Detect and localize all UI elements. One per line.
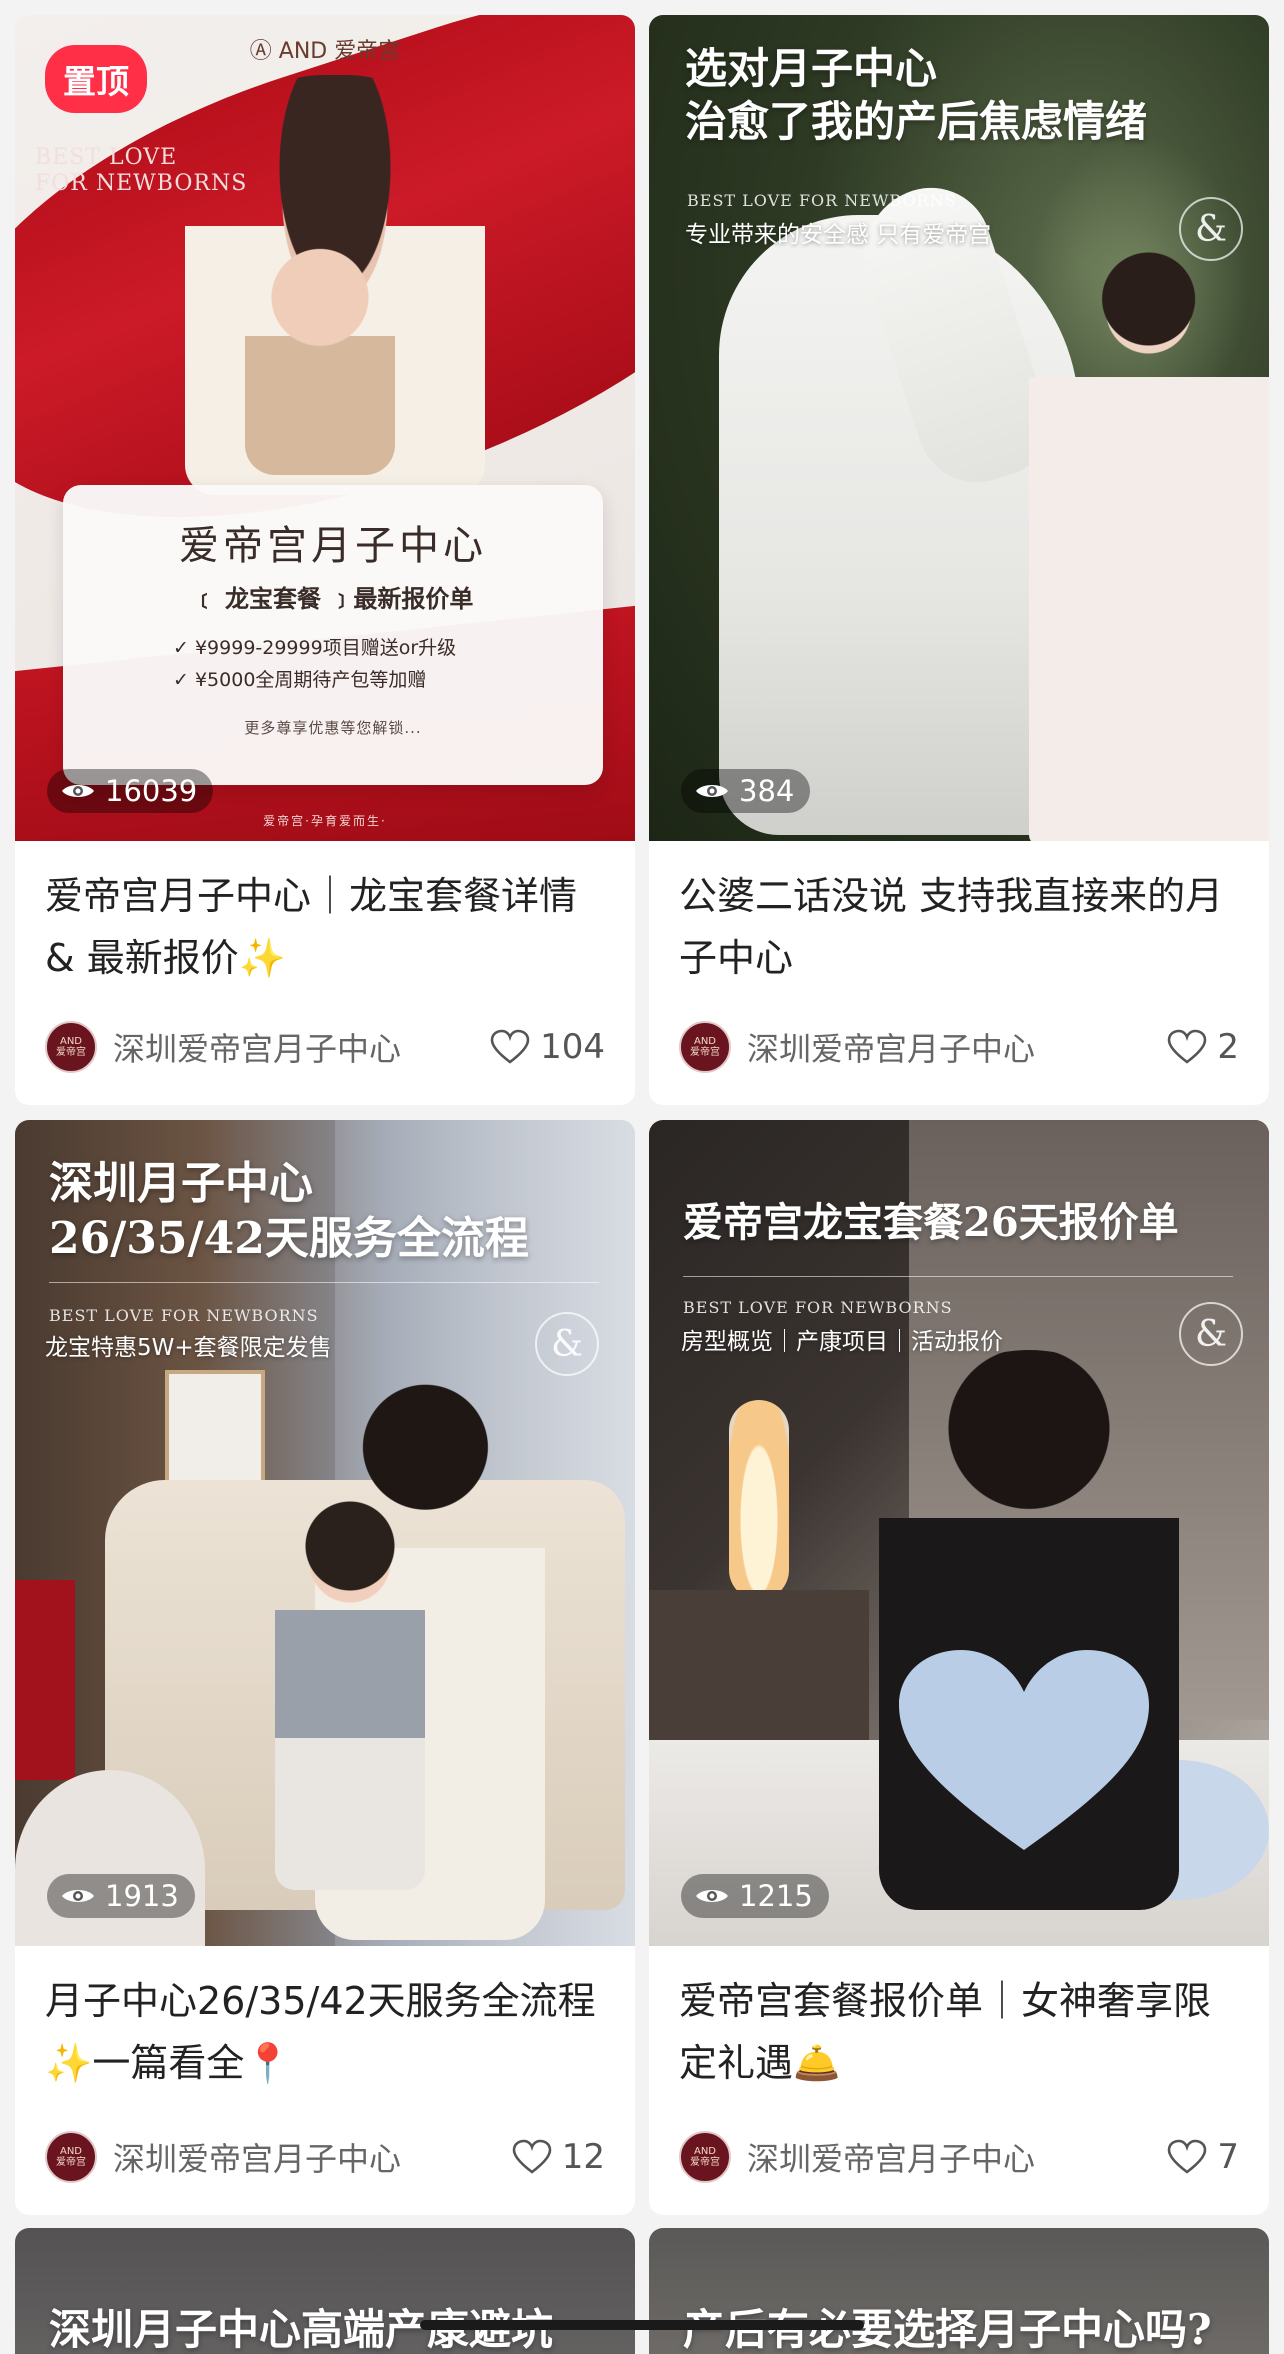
post-meta: AND 爱帝宫 深圳爱帝宫月子中心 2: [679, 1019, 1239, 1075]
post-meta: AND 爱帝宫 深圳爱帝宫月子中心 104: [45, 1019, 605, 1075]
post-title[interactable]: 公婆二话没说 支持我直接来的月子中心: [649, 841, 1269, 1011]
like-button[interactable]: 2: [1167, 1027, 1239, 1067]
heart-icon: [1168, 2139, 1207, 2174]
notes-feed: Ⓐ AND 爱帝宫 BEST LOVE FOR NEWBORNS 爱帝宫月子中心…: [0, 0, 1284, 2354]
cover-headline: 选对月子中心 治愈了我的产后焦虑情绪: [685, 44, 1148, 146]
like-button[interactable]: 7: [1167, 2137, 1239, 2177]
post-title[interactable]: 爱帝宫套餐报价单｜女神奢享限定礼遇🛎️: [649, 1946, 1269, 2116]
post-card[interactable]: 深圳月子中心高端产康避坑: [15, 2228, 635, 2354]
author-avatar[interactable]: AND 爱帝宫: [679, 2131, 731, 2183]
view-count: 16039: [47, 769, 214, 813]
post-meta: AND 爱帝宫 深圳爱帝宫月子中心 7: [679, 2129, 1239, 2185]
cover-subtitle: 专业带来的安全感 只有爱帝宫: [685, 222, 992, 248]
cover-photo-lamp: [729, 1400, 789, 1600]
cover-photo-bag: [15, 1580, 75, 1780]
brand-mark-icon: &: [1179, 197, 1243, 261]
cover-subtitle: 房型概览｜产康项目｜活动报价: [681, 1329, 1003, 1355]
view-count: 1913: [47, 1874, 195, 1918]
like-button[interactable]: 104: [490, 1027, 605, 1067]
home-indicator: [420, 2320, 864, 2330]
post-card[interactable]: 爱帝宫龙宝套餐26天报价单 BEST LOVE FOR NEWBORNS 房型概…: [649, 1120, 1269, 2215]
cover-headline: 爱帝宫龙宝套餐26天报价单: [683, 1199, 1179, 1246]
cover-photo-woman: [1029, 245, 1269, 841]
author-avatar[interactable]: AND 爱帝宫: [679, 1021, 731, 1073]
post-title[interactable]: 爱帝宫月子中心｜龙宝套餐详情 & 最新报价✨: [15, 841, 635, 1011]
like-count: 104: [540, 1027, 605, 1067]
cover-tagline: BEST LOVE FOR NEWBORNS: [683, 1298, 953, 1317]
cover-headline: 深圳月子中心 26/35/42天服务全流程: [49, 1158, 529, 1264]
author-name[interactable]: 深圳爱帝宫月子中心: [747, 2134, 1167, 2180]
author-name[interactable]: 深圳爱帝宫月子中心: [113, 1024, 490, 1070]
view-count: 1215: [681, 1874, 829, 1918]
heart-icon: [490, 1029, 530, 1064]
view-count-value: 384: [739, 774, 795, 808]
eye-icon: [696, 785, 728, 797]
cover-panel-subtitle: ﹝ 龙宝套餐 ﹞最新报价单: [192, 585, 474, 613]
cover-panel-line: ✓ ¥5000全周期待产包等加赠: [173, 669, 427, 691]
cover-tagline: BEST LOVE FOR NEWBORNS: [49, 1306, 319, 1325]
cover-panel-more: 更多尊享优惠等您解锁...: [244, 719, 422, 737]
pinned-badge: 置顶: [45, 45, 147, 113]
cover-price-panel: 爱帝宫月子中心 ﹝ 龙宝套餐 ﹞最新报价单 ✓ ¥9999-29999项目赠送o…: [63, 485, 603, 785]
view-count-value: 1913: [105, 1879, 179, 1913]
like-count: 12: [561, 2137, 605, 2177]
post-cover-image[interactable]: 深圳月子中心 26/35/42天服务全流程 BEST LOVE FOR NEWB…: [15, 1120, 635, 1946]
heart-icon: [1168, 1029, 1207, 1064]
author-avatar[interactable]: AND 爱帝宫: [45, 2131, 97, 2183]
view-count-value: 1215: [739, 1879, 813, 1913]
cover-footer-text: 爱帝宫·孕育爱而生·: [263, 814, 387, 828]
like-count: 7: [1217, 2137, 1239, 2177]
author-name[interactable]: 深圳爱帝宫月子中心: [113, 2134, 512, 2180]
eye-icon: [62, 1890, 94, 1902]
eye-icon: [62, 785, 94, 797]
cover-subtitle: 龙宝特惠5W+套餐限定发售: [45, 1335, 332, 1361]
post-card[interactable]: 选对月子中心 治愈了我的产后焦虑情绪 BEST LOVE FOR NEWBORN…: [649, 15, 1269, 1105]
author-name[interactable]: 深圳爱帝宫月子中心: [747, 1024, 1167, 1070]
brand-mark-icon: &: [1179, 1302, 1243, 1366]
post-meta: AND 爱帝宫 深圳爱帝宫月子中心 12: [45, 2129, 605, 2185]
cover-photo-desk: [649, 1590, 869, 1750]
eye-icon: [696, 1890, 728, 1902]
post-cover-image[interactable]: 爱帝宫龙宝套餐26天报价单 BEST LOVE FOR NEWBORNS 房型概…: [649, 1120, 1269, 1946]
post-cover-image[interactable]: Ⓐ AND 爱帝宫 BEST LOVE FOR NEWBORNS 爱帝宫月子中心…: [15, 15, 635, 841]
like-button[interactable]: 12: [512, 2137, 605, 2177]
author-avatar[interactable]: AND 爱帝宫: [45, 1021, 97, 1073]
post-cover-image[interactable]: 深圳月子中心高端产康避坑: [15, 2228, 635, 2354]
post-card[interactable]: Ⓐ AND 爱帝宫 BEST LOVE FOR NEWBORNS 爱帝宫月子中心…: [15, 15, 635, 1105]
cover-divider: [683, 1276, 1233, 1277]
post-card[interactable]: 深圳月子中心 26/35/42天服务全流程 BEST LOVE FOR NEWB…: [15, 1120, 635, 2215]
cover-tagline: BEST LOVE FOR NEWBORNS: [687, 191, 957, 210]
cover-panel-line: ✓ ¥9999-29999项目赠送or升级: [173, 637, 457, 659]
post-card[interactable]: 产后有必要选择月子中心吗?: [649, 2228, 1269, 2354]
like-count: 2: [1217, 1027, 1239, 1067]
view-count: 384: [681, 769, 811, 813]
view-count-value: 16039: [105, 774, 198, 808]
brand-mark-icon: &: [535, 1312, 599, 1376]
post-title[interactable]: 月子中心26/35/42天服务全流程✨一篇看全📍: [15, 1946, 635, 2116]
cover-divider: [49, 1282, 599, 1283]
cover-photo-child: [275, 1490, 425, 1890]
heart-icon: [512, 2139, 552, 2174]
cover-photo-baby: [245, 235, 395, 475]
post-cover-image[interactable]: 产后有必要选择月子中心吗?: [649, 2228, 1269, 2354]
cover-panel-title: 爱帝宫月子中心: [179, 523, 487, 569]
post-cover-image[interactable]: 选对月子中心 治愈了我的产后焦虑情绪 BEST LOVE FOR NEWBORN…: [649, 15, 1269, 841]
